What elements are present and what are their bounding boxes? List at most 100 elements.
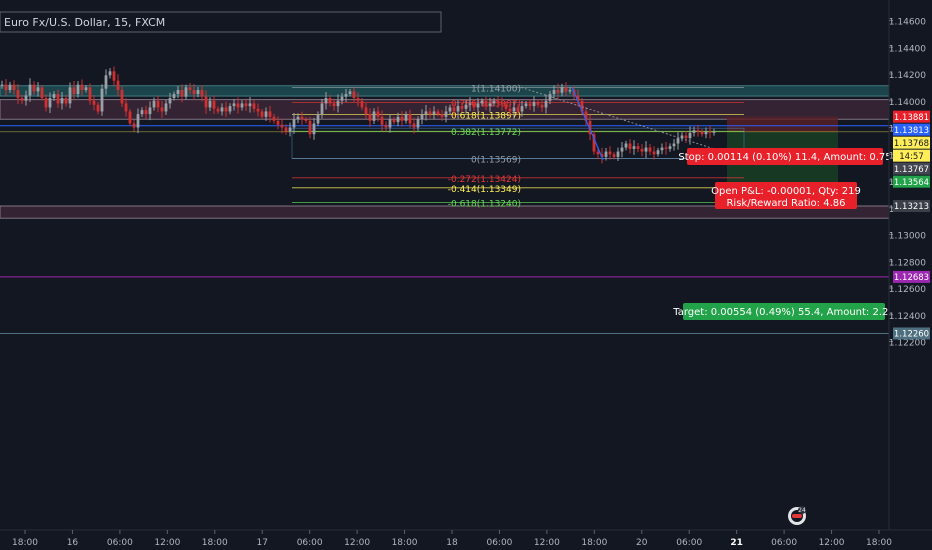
price-tag-label: 1.13813 xyxy=(894,126,929,136)
candle-body xyxy=(148,107,152,115)
price-tag-0[interactable]: 1.13881 xyxy=(893,110,930,123)
candle-body xyxy=(616,151,620,157)
price-tag-5[interactable]: 1.13564 xyxy=(893,175,930,188)
pnl-label[interactable]: Open P&L: -0.00001, Qty: 219Risk/Reward … xyxy=(711,182,861,209)
candle-body xyxy=(596,151,600,155)
candle-body xyxy=(312,123,316,135)
candle-body xyxy=(200,90,204,97)
candle-body xyxy=(276,120,280,125)
candle-body xyxy=(468,103,472,105)
candle-body xyxy=(96,104,100,112)
candle-body xyxy=(640,148,644,152)
candle-body xyxy=(264,111,268,117)
price-tag-label: 1.13564 xyxy=(894,178,929,188)
candle-body xyxy=(624,143,628,148)
fib-label--0.272: -0.272(1.13424) xyxy=(448,175,521,185)
candle-body xyxy=(368,114,372,121)
candle-body xyxy=(288,127,292,132)
candle-body xyxy=(88,87,92,101)
candle-body xyxy=(520,106,524,112)
x-tick-label: 06:00 xyxy=(486,538,512,548)
candle-body xyxy=(668,146,672,149)
candle-body xyxy=(120,90,124,104)
x-tick-label: 20 xyxy=(636,538,648,548)
candle-body xyxy=(384,124,388,128)
candle-body xyxy=(400,116,404,121)
candle-body xyxy=(652,151,656,155)
stop-label[interactable]: Stop: 0.00114 (0.10%) 11.4, Amount: 0.75 xyxy=(678,148,892,165)
candle-body xyxy=(44,98,48,108)
candle-body xyxy=(356,98,360,101)
candle-body xyxy=(112,71,116,81)
candle-body xyxy=(188,87,192,91)
x-tick-label: 16 xyxy=(67,538,79,548)
price-chart[interactable]: 1(1.14100)0.786(1.13987)0.618(1.13897)0.… xyxy=(0,0,932,550)
candle-body xyxy=(380,116,384,125)
candle-body xyxy=(292,119,296,128)
y-tick-label: 1.14600 xyxy=(889,18,926,28)
target-label[interactable]: Target: 0.00554 (0.49%) 55.4, Amount: 2.… xyxy=(672,303,895,320)
price-tag-7[interactable]: 1.12683 xyxy=(893,270,930,283)
candle-body xyxy=(104,75,108,89)
candle-body xyxy=(636,146,640,149)
candle-body xyxy=(60,98,64,104)
fib-label-1: 1(1.14100) xyxy=(471,84,521,94)
y-tick-label: 1.13000 xyxy=(889,232,926,242)
fib-label-0: 0(1.13569) xyxy=(471,155,521,165)
header-title-box[interactable]: Euro Fx/U.S. Dollar, 15, FXCM xyxy=(0,11,442,33)
candle-body xyxy=(364,107,368,115)
candle-body xyxy=(32,84,36,92)
candle-body xyxy=(232,103,236,107)
price-tag-label: 14:57 xyxy=(899,152,924,162)
candle-body xyxy=(504,104,508,109)
candle-body xyxy=(460,106,464,109)
candle-body xyxy=(436,111,440,115)
candle-body xyxy=(240,103,244,108)
price-tag-3[interactable]: 14:57 xyxy=(893,149,930,162)
candle-body xyxy=(72,87,76,95)
candle-body xyxy=(84,87,88,91)
stop-label-text-0: Stop: 0.00114 (0.10%) 11.4, Amount: 0.75 xyxy=(678,152,891,163)
price-axis[interactable]: 1.146001.144001.142001.140001.138001.136… xyxy=(888,0,932,550)
candle-body xyxy=(20,98,24,101)
candle-body xyxy=(492,100,496,104)
price-tag-1[interactable]: 1.13813 xyxy=(893,123,930,136)
candle-body xyxy=(604,151,608,157)
candle-body xyxy=(128,111,132,124)
candle-body xyxy=(164,103,168,112)
candle-body xyxy=(712,131,716,133)
candle-body xyxy=(612,154,616,157)
candle-body xyxy=(28,84,32,96)
candle-body xyxy=(192,90,196,95)
candle-body xyxy=(320,103,324,115)
candle-body xyxy=(12,84,16,91)
y-tick-label: 1.14200 xyxy=(889,71,926,81)
price-tag-8[interactable]: 1.12260 xyxy=(893,327,930,340)
candle-body xyxy=(424,111,428,115)
candle-body xyxy=(48,98,52,108)
candle-body xyxy=(220,107,224,112)
price-tag-6[interactable]: 1.13213 xyxy=(893,200,930,212)
price-tag-2[interactable]: 1.13768 xyxy=(893,136,930,149)
candle-body xyxy=(24,95,28,101)
candle-body xyxy=(144,110,148,115)
svg-text:24: 24 xyxy=(798,507,806,514)
candle-body xyxy=(412,123,416,128)
candle-body xyxy=(656,150,660,155)
candle-body xyxy=(704,131,708,135)
candle-body xyxy=(216,108,220,112)
x-tick-label: 17 xyxy=(256,538,267,548)
candle-body xyxy=(204,96,208,108)
price-tag-label: 1.12683 xyxy=(894,273,929,283)
candle-body xyxy=(76,84,80,95)
candle-body xyxy=(340,96,344,101)
candle-body xyxy=(528,103,532,107)
candle-body xyxy=(324,98,328,104)
candle-body xyxy=(692,130,696,133)
candle-body xyxy=(524,103,528,107)
candle-body xyxy=(268,111,272,117)
candle-body xyxy=(672,143,676,147)
candle-body xyxy=(280,124,284,128)
price-tag-4[interactable]: 1.13767 xyxy=(893,162,930,175)
candle-body xyxy=(560,87,564,93)
